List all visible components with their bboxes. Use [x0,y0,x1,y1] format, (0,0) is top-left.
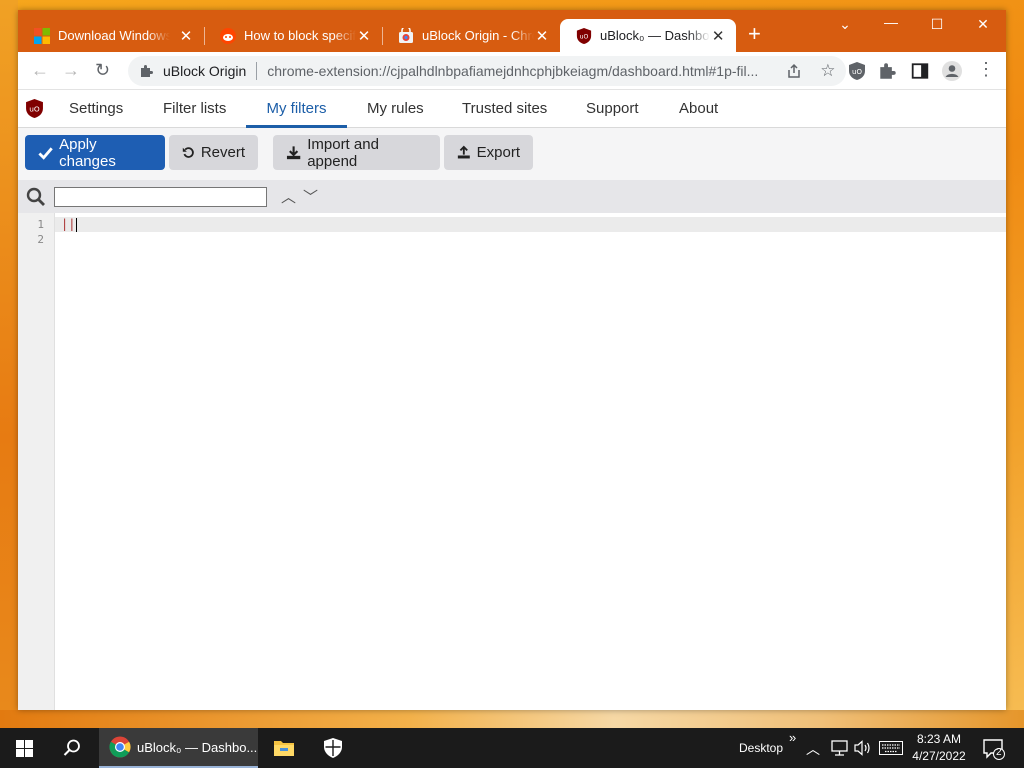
extensions-icon[interactable] [879,62,897,80]
desktop-toolbar-label[interactable]: Desktop [739,741,783,755]
ublock-logo-icon: uO [26,99,43,118]
side-panel-icon[interactable] [911,62,929,80]
svg-text:uO: uO [852,68,862,76]
taskbar-chrome-label: uBlock₀ — Dashbo... [137,739,258,755]
ublock-extension-icon[interactable]: uO [848,62,866,80]
tab-reddit[interactable]: How to block specific ✕ [204,19,382,52]
editor-search-bar: ︿ ﹀ [18,180,1006,214]
filters-action-bar: Apply changes Revert Import and append E… [18,128,1006,180]
site-name: uBlock Origin [163,63,247,79]
windows-taskbar: uBlock₀ — Dashbo... Desktop » ︿ 8:23 AM … [0,728,1024,768]
tab-support[interactable]: Support [576,90,649,128]
notification-count: 2 [996,747,1002,758]
close-tab-icon[interactable]: ✕ [178,27,194,45]
menu-kebab-icon[interactable]: ⋮ [977,59,995,80]
tab-title: Download Windows 1 [58,28,170,43]
tab-title: uBlock Origin - Chrome [422,28,534,43]
close-tab-icon[interactable]: ✕ [356,27,372,45]
taskbar-chrome-button[interactable]: uBlock₀ — Dashbo... [99,728,258,768]
upload-icon [457,145,470,159]
close-tab-icon[interactable]: ✕ [710,27,726,45]
chrome-webstore-icon [399,27,413,43]
minimize-icon[interactable]: — [868,14,914,30]
chevron-double-icon[interactable]: » [789,730,796,745]
apply-changes-label: Apply changes [59,135,116,170]
undo-icon [182,147,194,158]
search-input[interactable] [54,187,267,207]
tab-trusted-sites[interactable]: Trusted sites [452,90,557,128]
new-tab-icon[interactable]: + [748,23,761,45]
start-windows-icon[interactable] [16,740,33,757]
revert-label: Revert [200,144,245,161]
tab-title: How to block specific [244,28,356,43]
network-icon[interactable] [831,740,848,756]
browser-window: Download Windows 1 ✕ How to block specif… [18,10,1006,710]
clock-date: 4/27/2022 [912,749,966,763]
close-window-icon[interactable]: ✕ [960,16,1006,33]
file-explorer-icon[interactable] [273,738,295,758]
tab-settings[interactable]: Settings [59,90,133,128]
active-line-highlight [55,217,1006,232]
back-icon[interactable]: ← [31,60,49,81]
windows-logo-icon [34,27,50,44]
checkmark-icon [38,146,53,160]
find-next-icon[interactable]: ﹀ [303,186,318,207]
ublock-icon: uO [576,27,592,44]
maximize-icon[interactable]: ☐ [914,16,960,33]
tab-title: uBlock₀ — Dashboard [600,28,710,43]
search-icon[interactable] [63,739,81,757]
tab-my-rules[interactable]: My rules [357,90,434,128]
tab-about[interactable]: About [669,90,728,128]
editor-line: || [61,217,76,231]
show-hidden-icons-chevron-icon[interactable]: ︿ [806,739,820,759]
export-label: Export [476,144,520,161]
line-number: 1 [37,218,44,231]
apply-changes-button[interactable]: Apply changes [25,135,165,170]
tab-search-icon[interactable]: ⌄ [822,16,868,33]
volume-icon[interactable] [854,740,872,756]
close-tab-icon[interactable]: ✕ [534,27,550,45]
import-append-label: Import and append [307,135,379,170]
taskbar-clock[interactable]: 8:23 AM 4/27/2022 [906,731,972,765]
tab-download-windows[interactable]: Download Windows 1 ✕ [18,19,204,52]
share-icon[interactable] [786,63,802,79]
import-append-button[interactable]: Import and append [273,135,440,170]
text-caret [76,217,78,232]
profile-avatar-icon[interactable] [942,61,962,81]
bookmark-star-icon[interactable]: ☆ [820,61,835,81]
url-text[interactable]: chrome-extension://cjpalhdlnbpafiamejdnh… [267,63,772,79]
download-icon [286,146,301,160]
tab-ublock-dashboard[interactable]: uO uBlock₀ — Dashboard ✕ [560,19,736,52]
editor-content[interactable]: || [61,217,78,232]
find-previous-icon[interactable]: ︿ [281,186,296,207]
address-divider [256,62,258,80]
desktop-background-bottom [0,710,1024,728]
search-icon [26,187,45,206]
tab-filter-lists[interactable]: Filter lists [153,90,236,128]
desktop-background [0,0,18,728]
address-bar[interactable]: uBlock Origin chrome-extension://cjpalhd… [128,56,846,86]
revert-button[interactable]: Revert [169,135,258,170]
keyboard-icon[interactable] [879,741,903,755]
extension-puzzle-icon [141,65,153,77]
reddit-icon [220,27,236,44]
tab-my-filters[interactable]: My filters [246,90,347,128]
windows-security-icon[interactable] [324,738,342,758]
forward-icon[interactable]: → [62,60,80,81]
svg-text:uO: uO [580,33,589,40]
line-number-gutter: 1 2 [18,213,55,710]
dashboard-nav: uO Settings Filter lists My filters My r… [18,90,1006,128]
tab-ublock-webstore[interactable]: uBlock Origin - Chrome ✕ [382,19,560,52]
clock-time: 8:23 AM [916,732,962,746]
tab-strip: Download Windows 1 ✕ How to block specif… [18,10,1006,52]
svg-text:uO: uO [29,105,40,114]
browser-toolbar: ← → ↻ uBlock Origin chrome-extension://c… [18,52,1006,90]
reload-icon[interactable]: ↻ [95,60,110,81]
line-number: 2 [37,233,44,246]
export-button[interactable]: Export [444,135,533,170]
filters-editor[interactable]: 1 2 || [18,213,1006,710]
chrome-icon [109,736,131,758]
